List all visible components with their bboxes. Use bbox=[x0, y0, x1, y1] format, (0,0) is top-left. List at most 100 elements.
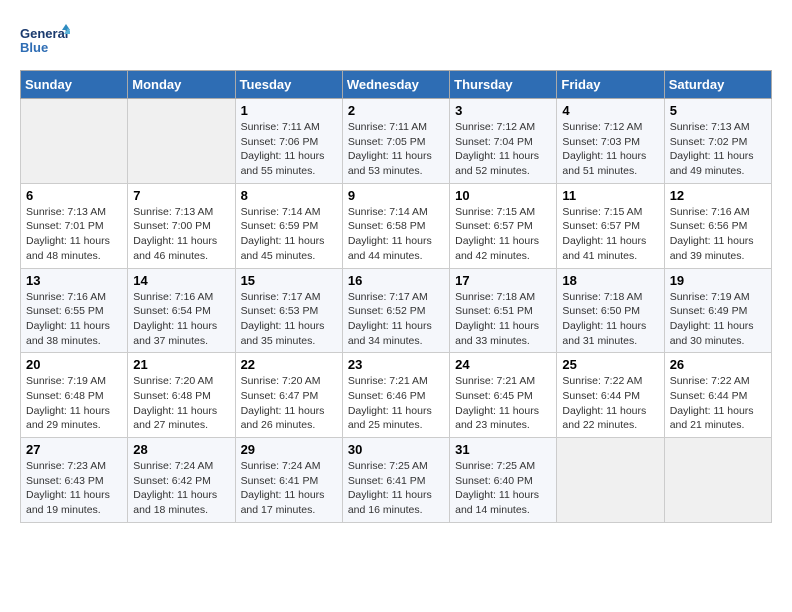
day-info: Sunrise: 7:17 AMSunset: 6:53 PMDaylight:… bbox=[241, 290, 337, 349]
calendar-cell: 6Sunrise: 7:13 AMSunset: 7:01 PMDaylight… bbox=[21, 183, 128, 268]
day-number: 22 bbox=[241, 357, 337, 372]
page-header: General Blue bbox=[20, 20, 772, 60]
day-info: Sunrise: 7:16 AMSunset: 6:56 PMDaylight:… bbox=[670, 205, 766, 264]
calendar-cell bbox=[557, 438, 664, 523]
day-number: 25 bbox=[562, 357, 658, 372]
day-number: 15 bbox=[241, 273, 337, 288]
day-number: 23 bbox=[348, 357, 444, 372]
calendar-cell: 13Sunrise: 7:16 AMSunset: 6:55 PMDayligh… bbox=[21, 268, 128, 353]
calendar-table: SundayMondayTuesdayWednesdayThursdayFrid… bbox=[20, 70, 772, 523]
header-friday: Friday bbox=[557, 71, 664, 99]
day-number: 7 bbox=[133, 188, 229, 203]
day-number: 13 bbox=[26, 273, 122, 288]
day-number: 4 bbox=[562, 103, 658, 118]
calendar-cell: 5 Sunrise: 7:13 AMSunset: 7:02 PMDaylight… bbox=[664, 99, 771, 184]
calendar-cell: 16Sunrise: 7:17 AMSunset: 6:52 PMDayligh… bbox=[342, 268, 449, 353]
calendar-week-row: 13Sunrise: 7:16 AMSunset: 6:55 PMDayligh… bbox=[21, 268, 772, 353]
day-number: 17 bbox=[455, 273, 551, 288]
day-info: Sunrise: 7:15 AMSunset: 6:57 PMDaylight:… bbox=[455, 205, 551, 264]
day-number: 3 bbox=[455, 103, 551, 118]
calendar-cell: 19 Sunrise: 7:19 AMSunset: 6:49 PMDayligh… bbox=[664, 268, 771, 353]
calendar-week-row: 1Sunrise: 7:11 AMSunset: 7:06 PMDaylight… bbox=[21, 99, 772, 184]
day-number: 10 bbox=[455, 188, 551, 203]
header-thursday: Thursday bbox=[450, 71, 557, 99]
day-info: Sunrise: 7:20 AMSunset: 6:47 PMDaylight:… bbox=[241, 374, 337, 433]
calendar-cell: 27Sunrise: 7:23 AMSunset: 6:43 PMDayligh… bbox=[21, 438, 128, 523]
day-number: 1 bbox=[241, 103, 337, 118]
calendar-cell: 26Sunrise: 7:22 AMSunset: 6:44 PMDayligh… bbox=[664, 353, 771, 438]
day-number: 31 bbox=[455, 442, 551, 457]
header-sunday: Sunday bbox=[21, 71, 128, 99]
day-info: Sunrise: 7:14 AMSunset: 6:58 PMDaylight:… bbox=[348, 205, 444, 264]
calendar-cell: 1Sunrise: 7:11 AMSunset: 7:06 PMDaylight… bbox=[235, 99, 342, 184]
calendar-cell: 28Sunrise: 7:24 AMSunset: 6:42 PMDayligh… bbox=[128, 438, 235, 523]
day-number: 12 bbox=[670, 188, 766, 203]
calendar-cell: 10 Sunrise: 7:15 AMSunset: 6:57 PMDayligh… bbox=[450, 183, 557, 268]
day-info: Sunrise: 7:11 AMSunset: 7:05 PMDaylight:… bbox=[348, 120, 444, 179]
day-info: Sunrise: 7:19 AMSunset: 6:49 PMDaylight:… bbox=[670, 290, 766, 349]
calendar-week-row: 20Sunrise: 7:19 AMSunset: 6:48 PMDayligh… bbox=[21, 353, 772, 438]
calendar-cell bbox=[128, 99, 235, 184]
day-number: 2 bbox=[348, 103, 444, 118]
day-number: 14 bbox=[133, 273, 229, 288]
calendar-cell bbox=[21, 99, 128, 184]
calendar-cell: 15 Sunrise: 7:17 AMSunset: 6:53 PMDayligh… bbox=[235, 268, 342, 353]
day-number: 9 bbox=[348, 188, 444, 203]
svg-text:General: General bbox=[20, 26, 68, 41]
day-info: Sunrise: 7:21 AMSunset: 6:46 PMDaylight:… bbox=[348, 374, 444, 433]
day-number: 20 bbox=[26, 357, 122, 372]
day-number: 11 bbox=[562, 188, 658, 203]
day-info: Sunrise: 7:24 AMSunset: 6:41 PMDaylight:… bbox=[241, 459, 337, 518]
calendar-cell: 31 Sunrise: 7:25 AMSunset: 6:40 PMDayligh… bbox=[450, 438, 557, 523]
header-monday: Monday bbox=[128, 71, 235, 99]
day-info: Sunrise: 7:20 AMSunset: 6:48 PMDaylight:… bbox=[133, 374, 229, 433]
day-info: Sunrise: 7:17 AMSunset: 6:52 PMDaylight:… bbox=[348, 290, 444, 349]
day-number: 19 bbox=[670, 273, 766, 288]
calendar-cell: 11Sunrise: 7:15 AMSunset: 6:57 PMDayligh… bbox=[557, 183, 664, 268]
calendar-cell: 25 Sunrise: 7:22 AMSunset: 6:44 PMDayligh… bbox=[557, 353, 664, 438]
day-info: Sunrise: 7:12 AMSunset: 7:03 PMDaylight:… bbox=[562, 120, 658, 179]
header-wednesday: Wednesday bbox=[342, 71, 449, 99]
calendar-cell bbox=[664, 438, 771, 523]
calendar-cell: 4 Sunrise: 7:12 AMSunset: 7:03 PMDaylight… bbox=[557, 99, 664, 184]
day-number: 27 bbox=[26, 442, 122, 457]
header-tuesday: Tuesday bbox=[235, 71, 342, 99]
day-number: 6 bbox=[26, 188, 122, 203]
calendar-cell: 18 Sunrise: 7:18 AMSunset: 6:50 PMDayligh… bbox=[557, 268, 664, 353]
day-info: Sunrise: 7:25 AMSunset: 6:40 PMDaylight:… bbox=[455, 459, 551, 518]
calendar-week-row: 6Sunrise: 7:13 AMSunset: 7:01 PMDaylight… bbox=[21, 183, 772, 268]
calendar-cell: 14 Sunrise: 7:16 AMSunset: 6:54 PMDayligh… bbox=[128, 268, 235, 353]
day-number: 5 bbox=[670, 103, 766, 118]
day-info: Sunrise: 7:14 AMSunset: 6:59 PMDaylight:… bbox=[241, 205, 337, 264]
header-saturday: Saturday bbox=[664, 71, 771, 99]
calendar-cell: 3 Sunrise: 7:12 AMSunset: 7:04 PMDaylight… bbox=[450, 99, 557, 184]
calendar-cell: 21 Sunrise: 7:20 AMSunset: 6:48 PMDayligh… bbox=[128, 353, 235, 438]
day-number: 8 bbox=[241, 188, 337, 203]
day-info: Sunrise: 7:18 AMSunset: 6:50 PMDaylight:… bbox=[562, 290, 658, 349]
logo-icon: General Blue bbox=[20, 20, 70, 60]
calendar-cell: 8 Sunrise: 7:14 AMSunset: 6:59 PMDaylight… bbox=[235, 183, 342, 268]
day-number: 21 bbox=[133, 357, 229, 372]
day-info: Sunrise: 7:12 AMSunset: 7:04 PMDaylight:… bbox=[455, 120, 551, 179]
day-number: 29 bbox=[241, 442, 337, 457]
calendar-cell: 22 Sunrise: 7:20 AMSunset: 6:47 PMDayligh… bbox=[235, 353, 342, 438]
calendar-cell: 23 Sunrise: 7:21 AMSunset: 6:46 PMDayligh… bbox=[342, 353, 449, 438]
day-info: Sunrise: 7:13 AMSunset: 7:00 PMDaylight:… bbox=[133, 205, 229, 264]
day-number: 18 bbox=[562, 273, 658, 288]
day-info: Sunrise: 7:13 AMSunset: 7:02 PMDaylight:… bbox=[670, 120, 766, 179]
day-info: Sunrise: 7:21 AMSunset: 6:45 PMDaylight:… bbox=[455, 374, 551, 433]
calendar-cell: 20Sunrise: 7:19 AMSunset: 6:48 PMDayligh… bbox=[21, 353, 128, 438]
day-info: Sunrise: 7:22 AMSunset: 6:44 PMDaylight:… bbox=[562, 374, 658, 433]
calendar-cell: 17 Sunrise: 7:18 AMSunset: 6:51 PMDayligh… bbox=[450, 268, 557, 353]
calendar-week-row: 27Sunrise: 7:23 AMSunset: 6:43 PMDayligh… bbox=[21, 438, 772, 523]
day-number: 30 bbox=[348, 442, 444, 457]
day-number: 28 bbox=[133, 442, 229, 457]
calendar-cell: 24Sunrise: 7:21 AMSunset: 6:45 PMDayligh… bbox=[450, 353, 557, 438]
calendar-cell: 7 Sunrise: 7:13 AMSunset: 7:00 PMDaylight… bbox=[128, 183, 235, 268]
day-info: Sunrise: 7:25 AMSunset: 6:41 PMDaylight:… bbox=[348, 459, 444, 518]
calendar-cell: 9 Sunrise: 7:14 AMSunset: 6:58 PMDaylight… bbox=[342, 183, 449, 268]
day-info: Sunrise: 7:16 AMSunset: 6:54 PMDaylight:… bbox=[133, 290, 229, 349]
day-info: Sunrise: 7:18 AMSunset: 6:51 PMDaylight:… bbox=[455, 290, 551, 349]
logo: General Blue bbox=[20, 20, 74, 60]
day-info: Sunrise: 7:22 AMSunset: 6:44 PMDaylight:… bbox=[670, 374, 766, 433]
